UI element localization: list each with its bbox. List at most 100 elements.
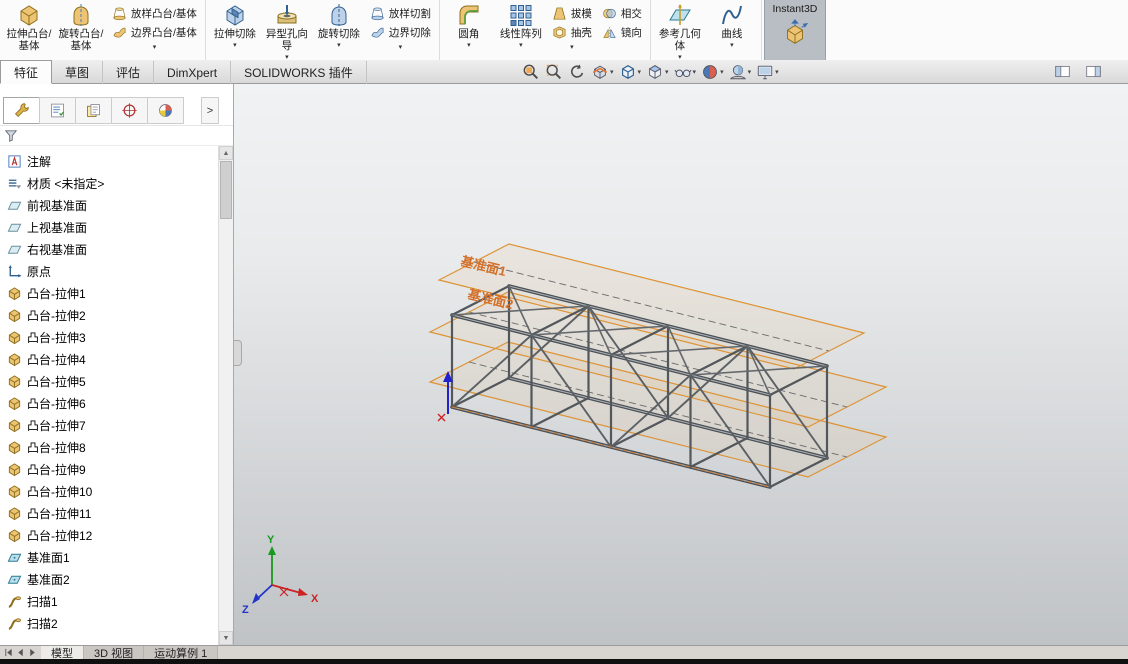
ribbon-button-label: 拔模 bbox=[571, 6, 592, 21]
dropdown-arrow-icon[interactable]: ▾ bbox=[638, 68, 642, 76]
manager-tab-displaymanager[interactable] bbox=[147, 97, 184, 124]
tree-item-boss-extrude-4[interactable]: 凸台-拉伸4 bbox=[0, 348, 218, 370]
tree-item-boss-extrude-9[interactable]: 凸台-拉伸9 bbox=[0, 458, 218, 480]
ribbon-button-curves[interactable]: 曲线▾ bbox=[706, 1, 758, 59]
ribbon-button-fillet[interactable]: 圆角▾ bbox=[443, 1, 495, 59]
tab-sketch[interactable]: 草图 bbox=[52, 61, 103, 84]
instant3d-toggle[interactable]: Instant3D bbox=[764, 0, 826, 60]
tab-evaluate[interactable]: 评估 bbox=[103, 61, 154, 84]
tab-features[interactable]: 特征 bbox=[0, 60, 52, 84]
tree-item-material[interactable]: 材质 <未指定> bbox=[0, 172, 218, 194]
tree-item-front-plane[interactable]: 前视基准面 bbox=[0, 194, 218, 216]
tree-item-label: 凸台-拉伸7 bbox=[27, 417, 86, 434]
tree-item-origin[interactable]: 原点 bbox=[0, 260, 218, 282]
manager-tabs-expand-button[interactable] bbox=[201, 97, 219, 124]
extrude-icon bbox=[7, 528, 22, 543]
tree-item-boss-extrude-8[interactable]: 凸台-拉伸8 bbox=[0, 436, 218, 458]
tree-scrollbar[interactable] bbox=[218, 146, 233, 645]
ribbon-button-linear-pattern[interactable]: 线性阵列▾ bbox=[495, 1, 547, 59]
nav-first-icon[interactable] bbox=[4, 648, 13, 657]
manager-tab-configurationmanager[interactable] bbox=[75, 97, 112, 124]
scroll-up-icon[interactable] bbox=[219, 146, 233, 160]
ribbon-button-revolve-boss[interactable]: 旋转凸台/基体 bbox=[55, 1, 107, 59]
tree-item-right-plane[interactable]: 右视基准面 bbox=[0, 238, 218, 260]
viewbar-section-view-button[interactable]: ▾ bbox=[589, 61, 616, 83]
ribbon-button-intersect[interactable]: 相交 bbox=[599, 4, 645, 22]
nav-next-icon[interactable] bbox=[28, 648, 37, 657]
plane-icon bbox=[7, 198, 22, 213]
tree-item-boss-extrude-10[interactable]: 凸台-拉伸10 bbox=[0, 480, 218, 502]
dropdown-arrow-icon[interactable]: ▾ bbox=[693, 68, 697, 76]
viewbar-previous-view-button[interactable] bbox=[566, 61, 588, 83]
dropdown-arrow-icon[interactable]: ▾ bbox=[549, 43, 595, 52]
ribbon-button-ref-geometry[interactable]: 参考几何体▾ bbox=[654, 1, 706, 59]
viewbar-zoom-area-button[interactable] bbox=[543, 61, 565, 83]
ribbon-button-mirror[interactable]: 镜向 bbox=[599, 23, 645, 41]
panel-splitter-handle[interactable] bbox=[234, 340, 242, 366]
status-tab-3d-views[interactable]: 3D 视图 bbox=[84, 646, 144, 659]
tree-item-annotations[interactable]: 注解 bbox=[0, 150, 218, 172]
ribbon-button-loft-cut[interactable]: 放样切割 bbox=[367, 4, 434, 22]
ribbon-button-draft[interactable]: 拔模 bbox=[549, 4, 595, 22]
tree-item-boss-extrude-3[interactable]: 凸台-拉伸3 bbox=[0, 326, 218, 348]
dropdown-arrow-icon[interactable]: ▾ bbox=[730, 41, 734, 50]
dropdown-arrow-icon[interactable]: ▾ bbox=[720, 68, 724, 76]
tree-item-plane-2[interactable]: 基准面2 bbox=[0, 568, 218, 590]
tree-item-sweep-2[interactable]: 扫描2 bbox=[0, 612, 218, 634]
ribbon-group: 参考几何体▾曲线▾ bbox=[651, 0, 762, 60]
tree-item-sweep-1[interactable]: 扫描1 bbox=[0, 590, 218, 612]
ribbon-button-boundary-cut[interactable]: 边界切除 bbox=[367, 23, 434, 41]
tree-item-top-plane[interactable]: 上视基准面 bbox=[0, 216, 218, 238]
manager-tab-featuremanager[interactable] bbox=[3, 97, 40, 124]
viewbar-hide-show-items-button[interactable]: ▾ bbox=[672, 61, 699, 83]
viewbar-edit-appearance-button[interactable]: ▾ bbox=[699, 61, 726, 83]
dropdown-arrow-icon[interactable]: ▾ bbox=[467, 41, 471, 50]
viewbar-display-style-button[interactable]: ▾ bbox=[644, 61, 671, 83]
collapse-pane-right-button[interactable] bbox=[1085, 63, 1102, 80]
ribbon-button-extrude-cut[interactable]: 拉伸切除▾ bbox=[209, 1, 261, 59]
status-tab-motion-study-1[interactable]: 运动算例 1 bbox=[144, 646, 218, 659]
reference-planes[interactable] bbox=[430, 244, 886, 477]
viewbar-view-orientation-button[interactable]: ▾ bbox=[617, 61, 644, 83]
viewbar-apply-scene-button[interactable]: ▾ bbox=[727, 61, 754, 83]
dropdown-arrow-icon[interactable]: ▾ bbox=[109, 43, 200, 52]
ribbon-button-label: 异型孔向导 bbox=[261, 28, 313, 52]
ribbon-button-extrude-boss[interactable]: 拉伸凸台/基体 bbox=[3, 1, 55, 59]
manager-tab-propertymanager[interactable] bbox=[39, 97, 76, 124]
tab-dimxpert[interactable]: DimXpert bbox=[154, 61, 231, 84]
viewbar-zoom-fit-button[interactable] bbox=[520, 61, 542, 83]
dropdown-arrow-icon[interactable]: ▾ bbox=[337, 41, 341, 50]
scroll-down-icon[interactable] bbox=[219, 631, 233, 645]
tree-item-boss-extrude-1[interactable]: 凸台-拉伸1 bbox=[0, 282, 218, 304]
tree-item-plane-1[interactable]: 基准面1 bbox=[0, 546, 218, 568]
tree-item-boss-extrude-7[interactable]: 凸台-拉伸7 bbox=[0, 414, 218, 436]
dropdown-arrow-icon[interactable]: ▾ bbox=[367, 43, 434, 52]
tree-item-boss-extrude-2[interactable]: 凸台-拉伸2 bbox=[0, 304, 218, 326]
ribbon-button-loft-boss[interactable]: 放样凸台/基体 bbox=[109, 4, 200, 22]
instant3d-icon bbox=[780, 18, 810, 48]
nav-prev-icon[interactable] bbox=[16, 648, 25, 657]
annotations-icon bbox=[7, 154, 22, 169]
ribbon-button-boundary-boss[interactable]: 边界凸台/基体 bbox=[109, 23, 200, 41]
tree-item-boss-extrude-5[interactable]: 凸台-拉伸5 bbox=[0, 370, 218, 392]
collapse-pane-left-button[interactable] bbox=[1054, 63, 1071, 80]
dropdown-arrow-icon[interactable]: ▾ bbox=[519, 41, 523, 50]
tree-item-boss-extrude-6[interactable]: 凸台-拉伸6 bbox=[0, 392, 218, 414]
dropdown-arrow-icon[interactable]: ▾ bbox=[233, 41, 237, 50]
ribbon-button-hole-wizard[interactable]: 异型孔向导▾ bbox=[261, 1, 313, 59]
viewbar-view-settings-button[interactable]: ▾ bbox=[754, 61, 781, 83]
graphics-area[interactable]: 基准面1 基准面2 Y X Z bbox=[234, 84, 1128, 645]
filter-funnel-icon[interactable] bbox=[4, 129, 18, 143]
tab-addins[interactable]: SOLIDWORKS 插件 bbox=[231, 61, 367, 84]
tree-item-boss-extrude-12[interactable]: 凸台-拉伸12 bbox=[0, 524, 218, 546]
ribbon-button-shell[interactable]: 抽壳 bbox=[549, 23, 595, 41]
status-tab-model[interactable]: 模型 bbox=[41, 646, 84, 659]
ribbon-button-revolve-cut[interactable]: 旋转切除▾ bbox=[313, 1, 365, 59]
dropdown-arrow-icon[interactable]: ▾ bbox=[665, 68, 669, 76]
manager-tab-dimxpertmanager[interactable] bbox=[111, 97, 148, 124]
dropdown-arrow-icon[interactable]: ▾ bbox=[610, 68, 614, 76]
dropdown-arrow-icon[interactable]: ▾ bbox=[748, 68, 752, 76]
tree-item-boss-extrude-11[interactable]: 凸台-拉伸11 bbox=[0, 502, 218, 524]
scroll-thumb[interactable] bbox=[220, 161, 232, 219]
dropdown-arrow-icon[interactable]: ▾ bbox=[775, 68, 779, 76]
